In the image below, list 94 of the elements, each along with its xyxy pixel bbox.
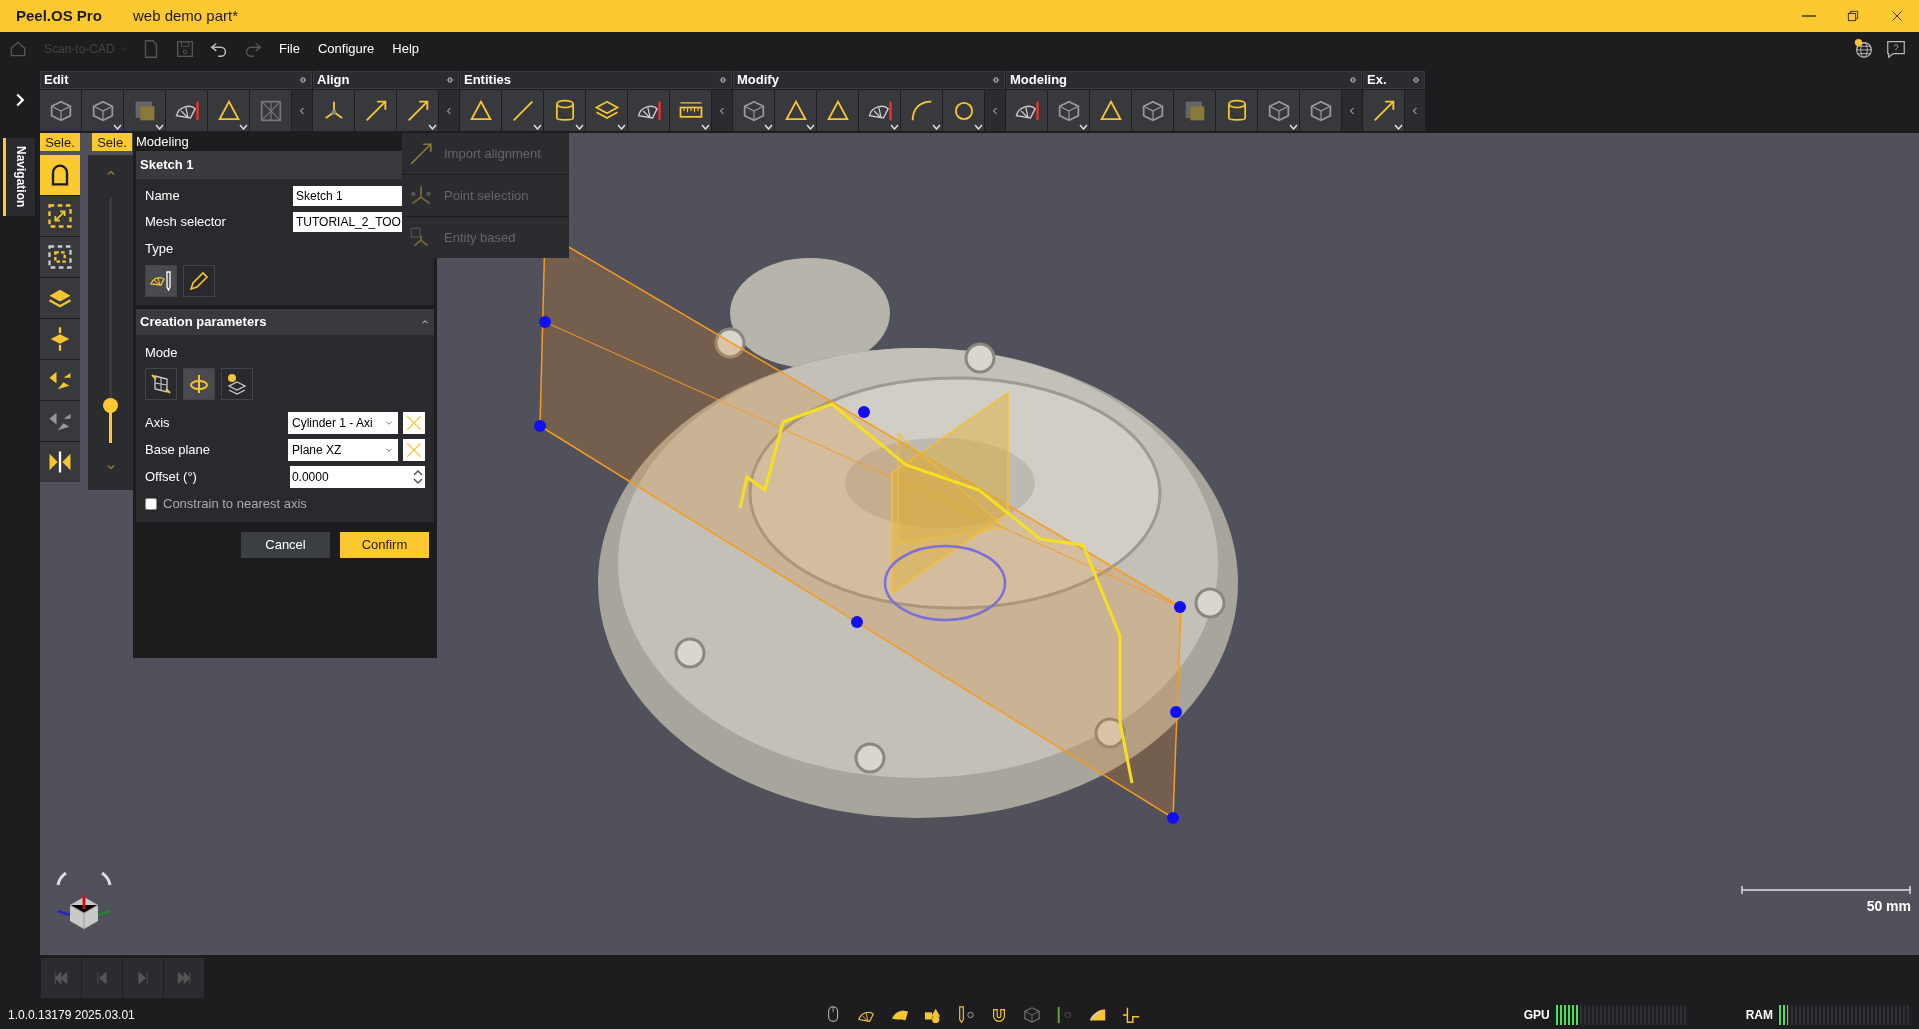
toolbar-button[interactable] [817, 90, 858, 131]
selection-tool-button[interactable] [40, 360, 80, 400]
menu-item[interactable]: Configure [308, 39, 384, 59]
app-name: Peel.OS Pro [16, 5, 103, 26]
cross-icon [405, 414, 423, 432]
field-label: Name [145, 187, 181, 206]
selection-tab[interactable]: Sele. [92, 133, 132, 151]
section-header[interactable]: Creation parameters [136, 308, 434, 335]
toolbar-button[interactable] [1216, 90, 1257, 131]
dropdown[interactable]: Plane XZ [288, 439, 398, 461]
toolbar-button[interactable] [1132, 90, 1173, 131]
toolbar-group-header: Entities [460, 71, 732, 89]
field-label: Axis [145, 414, 171, 433]
grid-arrows-icon [149, 372, 173, 396]
toolbar-button[interactable] [82, 90, 123, 131]
slider-thumb[interactable] [103, 398, 118, 414]
home-icon [8, 39, 28, 59]
expand-selection-icon [46, 202, 74, 230]
selection-tool-button[interactable] [40, 196, 80, 236]
number-field[interactable]: 0.0000 [289, 466, 425, 488]
pencil-eye-icon [957, 1005, 975, 1024]
navigation-tab[interactable]: Navigation [3, 138, 35, 216]
selection-tool-button[interactable] [40, 278, 80, 318]
speech-bubble-icon [1885, 38, 1907, 60]
toggle-button[interactable] [183, 368, 215, 400]
version-label: 1.0.0.13179 2025.03.01 [8, 1006, 136, 1024]
toolbar-button[interactable] [208, 90, 249, 131]
window-title: web demo part* [133, 5, 239, 26]
cancel-button[interactable]: Cancel [241, 531, 330, 558]
toolbar-button[interactable] [1300, 90, 1341, 131]
selection-tab[interactable]: Sele. [40, 133, 80, 151]
cross-icon [405, 441, 423, 459]
toolbar-button[interactable] [1048, 90, 1089, 131]
toolbar-button[interactable] [1006, 90, 1047, 131]
checkbox-label: Constrain to nearest axis [163, 495, 307, 513]
rotate-axis-icon [187, 372, 211, 396]
toggle-button[interactable] [145, 264, 177, 297]
toolbar-button[interactable] [40, 90, 81, 131]
globe-icon [1853, 38, 1875, 60]
panel-title: Modeling [135, 133, 190, 151]
selection-tool-button[interactable] [40, 237, 80, 277]
toolbar-button[interactable] [1363, 90, 1404, 131]
close-icon [1889, 8, 1905, 24]
toolbar-button[interactable] [502, 90, 543, 131]
toolbar-button[interactable] [733, 90, 774, 131]
toolbar-button[interactable] [901, 90, 942, 131]
toolbar-group-header: Modeling [1006, 71, 1362, 89]
toolbar-button[interactable] [859, 90, 900, 131]
save-icon [174, 38, 196, 60]
menu-item[interactable]: Help [383, 39, 429, 59]
toolbar-button[interactable] [670, 90, 711, 131]
toggle-button[interactable] [221, 368, 253, 400]
restore-icon [1845, 8, 1861, 24]
field-label: Base plane [145, 441, 212, 460]
toolbar-button[interactable] [397, 90, 438, 131]
selection-tool-button[interactable] [40, 442, 80, 482]
toolbar-button[interactable] [628, 90, 669, 131]
toolbar-group-header: Align [313, 71, 459, 89]
meter-label: GPU [1523, 1006, 1550, 1024]
toolbar-group-header: Modify [733, 71, 1005, 89]
menu-item[interactable]: File [270, 39, 309, 59]
confirm-button[interactable]: Confirm [340, 531, 429, 558]
toolbar-button[interactable] [355, 90, 396, 131]
toolbar-button[interactable] [166, 90, 207, 131]
toolbar-button[interactable] [544, 90, 585, 131]
checkbox[interactable] [145, 497, 157, 510]
toolbar-group-header: Ex. [1363, 71, 1425, 89]
scale-label: 50 mm [1866, 897, 1911, 916]
field-label: Type [144, 240, 175, 258]
toolbar-group-header: Edit [40, 71, 312, 89]
toolbar-button[interactable] [775, 90, 816, 131]
toolbar-button[interactable] [943, 90, 984, 131]
polyline-icon [1122, 1005, 1140, 1024]
field-label: Offset (°) [145, 468, 198, 487]
toggle-button[interactable] [145, 368, 177, 400]
spinner-icon [412, 467, 424, 487]
toolbar-button[interactable] [1258, 90, 1299, 131]
field-label: Mesh selector [145, 213, 227, 232]
meter-label: RAM [1745, 1006, 1773, 1024]
toolbar-button[interactable] [1090, 90, 1131, 131]
minimize-icon [1802, 15, 1816, 17]
field-label: Mode [144, 343, 179, 362]
arrow-icon [408, 140, 434, 167]
toggle-button[interactable] [183, 264, 215, 297]
selection-tool-button[interactable] [40, 319, 80, 359]
selection-tool-button[interactable] [40, 155, 80, 195]
wire-cube-icon [1023, 1005, 1041, 1024]
mesh-pencil-icon [149, 268, 173, 293]
shrink-selection-icon [46, 243, 74, 271]
toolbar-button[interactable] [586, 90, 627, 131]
toolbar-button[interactable] [313, 90, 354, 131]
color-bar-eye-icon [1056, 1005, 1074, 1024]
toolbar-button[interactable] [460, 90, 501, 131]
dropdown[interactable]: Cylinder 1 - Axi [288, 412, 398, 434]
